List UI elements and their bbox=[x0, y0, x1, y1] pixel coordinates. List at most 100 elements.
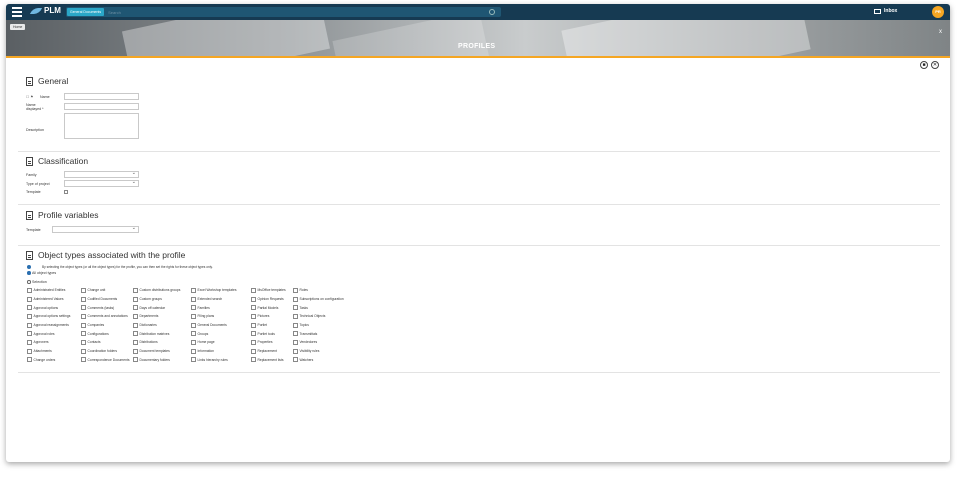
object-type-checkbox-item[interactable]: Portlet bbox=[251, 321, 286, 330]
checkbox-icon[interactable] bbox=[81, 331, 86, 337]
checkbox-icon[interactable] bbox=[251, 313, 256, 319]
object-type-checkbox-item[interactable]: MsOffice templates bbox=[251, 286, 286, 295]
checkbox-icon[interactable] bbox=[251, 305, 256, 311]
checkbox-icon[interactable] bbox=[293, 305, 298, 311]
all-object-types-radio[interactable]: All object types bbox=[27, 271, 56, 275]
search-scope-dropdown[interactable]: General Documents bbox=[67, 8, 105, 16]
object-type-checkbox-item[interactable]: Home page bbox=[191, 338, 236, 347]
checkbox-icon[interactable] bbox=[293, 348, 298, 354]
save-icon[interactable]: ■ bbox=[920, 61, 928, 69]
object-type-checkbox-item[interactable]: Approval reassignments bbox=[27, 321, 70, 330]
search-icon[interactable] bbox=[489, 9, 495, 15]
object-type-checkbox-item[interactable]: Change orders bbox=[27, 356, 70, 365]
object-type-checkbox-item[interactable]: Approvers bbox=[27, 338, 70, 347]
checkbox-icon[interactable] bbox=[133, 357, 138, 363]
object-type-checkbox-item[interactable]: Dictionaries bbox=[133, 321, 180, 330]
object-type-checkbox-item[interactable]: Replacement lists bbox=[251, 356, 286, 365]
checkbox-icon[interactable] bbox=[133, 331, 138, 337]
object-type-checkbox-item[interactable]: Pictures bbox=[251, 312, 286, 321]
object-type-checkbox-item[interactable]: Comments and annotations bbox=[81, 312, 129, 321]
checkbox-icon[interactable] bbox=[191, 305, 196, 311]
object-type-checkbox-item[interactable]: Approval options bbox=[27, 303, 70, 312]
object-type-checkbox-item[interactable]: Excel Workshop templates bbox=[191, 286, 236, 295]
object-type-checkbox-item[interactable]: Families bbox=[191, 303, 236, 312]
checkbox-icon[interactable] bbox=[293, 287, 298, 293]
checkbox-icon[interactable] bbox=[251, 348, 256, 354]
checkbox-icon[interactable] bbox=[27, 305, 32, 311]
user-avatar[interactable]: PR bbox=[932, 6, 944, 18]
checkbox-icon[interactable] bbox=[81, 313, 86, 319]
checkbox-icon[interactable] bbox=[133, 287, 138, 293]
object-type-checkbox-item[interactable]: Approval options settings bbox=[27, 312, 70, 321]
checkbox-icon[interactable] bbox=[133, 348, 138, 354]
object-type-checkbox-item[interactable]: Administrated Entities bbox=[27, 286, 70, 295]
checkbox-icon[interactable] bbox=[293, 313, 298, 319]
object-type-checkbox-item[interactable]: Attachments bbox=[27, 347, 70, 356]
checkbox-icon[interactable] bbox=[251, 339, 256, 345]
app-logo[interactable]: PLM bbox=[29, 6, 61, 15]
checkbox-icon[interactable] bbox=[191, 348, 196, 354]
object-type-checkbox-item[interactable]: Partial Models bbox=[251, 303, 286, 312]
selection-radio[interactable]: Selection bbox=[27, 280, 47, 284]
object-type-checkbox-item[interactable]: Properties bbox=[251, 338, 286, 347]
object-type-checkbox-item[interactable]: Subscriptions on configuration bbox=[293, 295, 344, 304]
object-type-checkbox-item[interactable]: Portlet tools bbox=[251, 329, 286, 338]
object-type-checkbox-item[interactable]: General Documents bbox=[191, 321, 236, 330]
object-type-checkbox-item[interactable]: Transmittals bbox=[293, 329, 344, 338]
template-checkbox[interactable] bbox=[64, 189, 68, 194]
object-type-checkbox-item[interactable]: Vendedores bbox=[293, 338, 344, 347]
checkbox-icon[interactable] bbox=[293, 331, 298, 337]
checkbox-icon[interactable] bbox=[27, 357, 32, 363]
object-type-checkbox-item[interactable]: Roles bbox=[293, 286, 344, 295]
checkbox-icon[interactable] bbox=[293, 296, 298, 302]
object-type-checkbox-item[interactable]: Distributions bbox=[133, 338, 180, 347]
object-type-checkbox-item[interactable]: Departments bbox=[133, 312, 180, 321]
global-search-bar[interactable]: General Documents Search bbox=[66, 7, 501, 17]
object-type-checkbox-item[interactable]: Links hierarchy rules bbox=[191, 356, 236, 365]
object-type-checkbox-item[interactable]: Extended search bbox=[191, 295, 236, 304]
object-type-checkbox-item[interactable]: Information bbox=[191, 347, 236, 356]
checkbox-icon[interactable] bbox=[81, 357, 86, 363]
type-of-project-select[interactable] bbox=[64, 179, 139, 187]
name-displayed-field[interactable] bbox=[64, 103, 139, 110]
home-breadcrumb[interactable]: Home bbox=[10, 24, 26, 30]
object-type-checkbox-item[interactable]: Custom distributions groups bbox=[133, 286, 180, 295]
checkbox-icon[interactable] bbox=[293, 339, 298, 345]
checkbox-icon[interactable] bbox=[27, 339, 32, 345]
object-type-checkbox-item[interactable]: Opinion Requests bbox=[251, 295, 286, 304]
checkbox-icon[interactable] bbox=[191, 357, 196, 363]
object-type-checkbox-item[interactable]: Comments (tasks) bbox=[81, 303, 129, 312]
checkbox-icon[interactable] bbox=[27, 322, 32, 328]
checkbox-icon[interactable] bbox=[81, 296, 86, 302]
object-type-checkbox-item[interactable]: Contacts bbox=[81, 338, 129, 347]
object-type-checkbox-item[interactable]: Correspondence Documents bbox=[81, 356, 129, 365]
checkbox-icon[interactable] bbox=[251, 296, 256, 302]
object-type-checkbox-item[interactable]: Coordination folders bbox=[81, 347, 129, 356]
search-input[interactable]: Search bbox=[108, 10, 121, 15]
object-type-checkbox-item[interactable]: Custom groups bbox=[133, 295, 180, 304]
inbox-button[interactable]: Inbox bbox=[874, 8, 897, 14]
object-type-checkbox-item[interactable]: Codified Documents bbox=[81, 295, 129, 304]
checkbox-icon[interactable] bbox=[27, 313, 32, 319]
object-type-checkbox-item[interactable]: Topics bbox=[293, 321, 344, 330]
checkbox-icon[interactable] bbox=[191, 339, 196, 345]
checkbox-icon[interactable] bbox=[191, 331, 196, 337]
checkbox-icon[interactable] bbox=[293, 322, 298, 328]
close-icon[interactable]: ✕ bbox=[931, 61, 939, 69]
checkbox-icon[interactable] bbox=[81, 339, 86, 345]
object-type-checkbox-item[interactable]: Filing plans bbox=[191, 312, 236, 321]
checkbox-icon[interactable] bbox=[133, 339, 138, 345]
checkbox-icon[interactable] bbox=[191, 287, 196, 293]
checkbox-icon[interactable] bbox=[27, 287, 32, 293]
object-type-checkbox-item[interactable]: Groups bbox=[191, 329, 236, 338]
name-field[interactable] bbox=[64, 93, 139, 100]
checkbox-icon[interactable] bbox=[251, 357, 256, 363]
checkbox-icon[interactable] bbox=[133, 322, 138, 328]
object-type-checkbox-item[interactable]: Visibility rules bbox=[293, 347, 344, 356]
checkbox-icon[interactable] bbox=[293, 357, 298, 363]
object-type-checkbox-item[interactable]: Companies bbox=[81, 321, 129, 330]
object-type-checkbox-item[interactable]: Tasks bbox=[293, 303, 344, 312]
checkbox-icon[interactable] bbox=[133, 296, 138, 302]
object-type-checkbox-item[interactable]: Distribution matrixes bbox=[133, 329, 180, 338]
checkbox-icon[interactable] bbox=[191, 296, 196, 302]
